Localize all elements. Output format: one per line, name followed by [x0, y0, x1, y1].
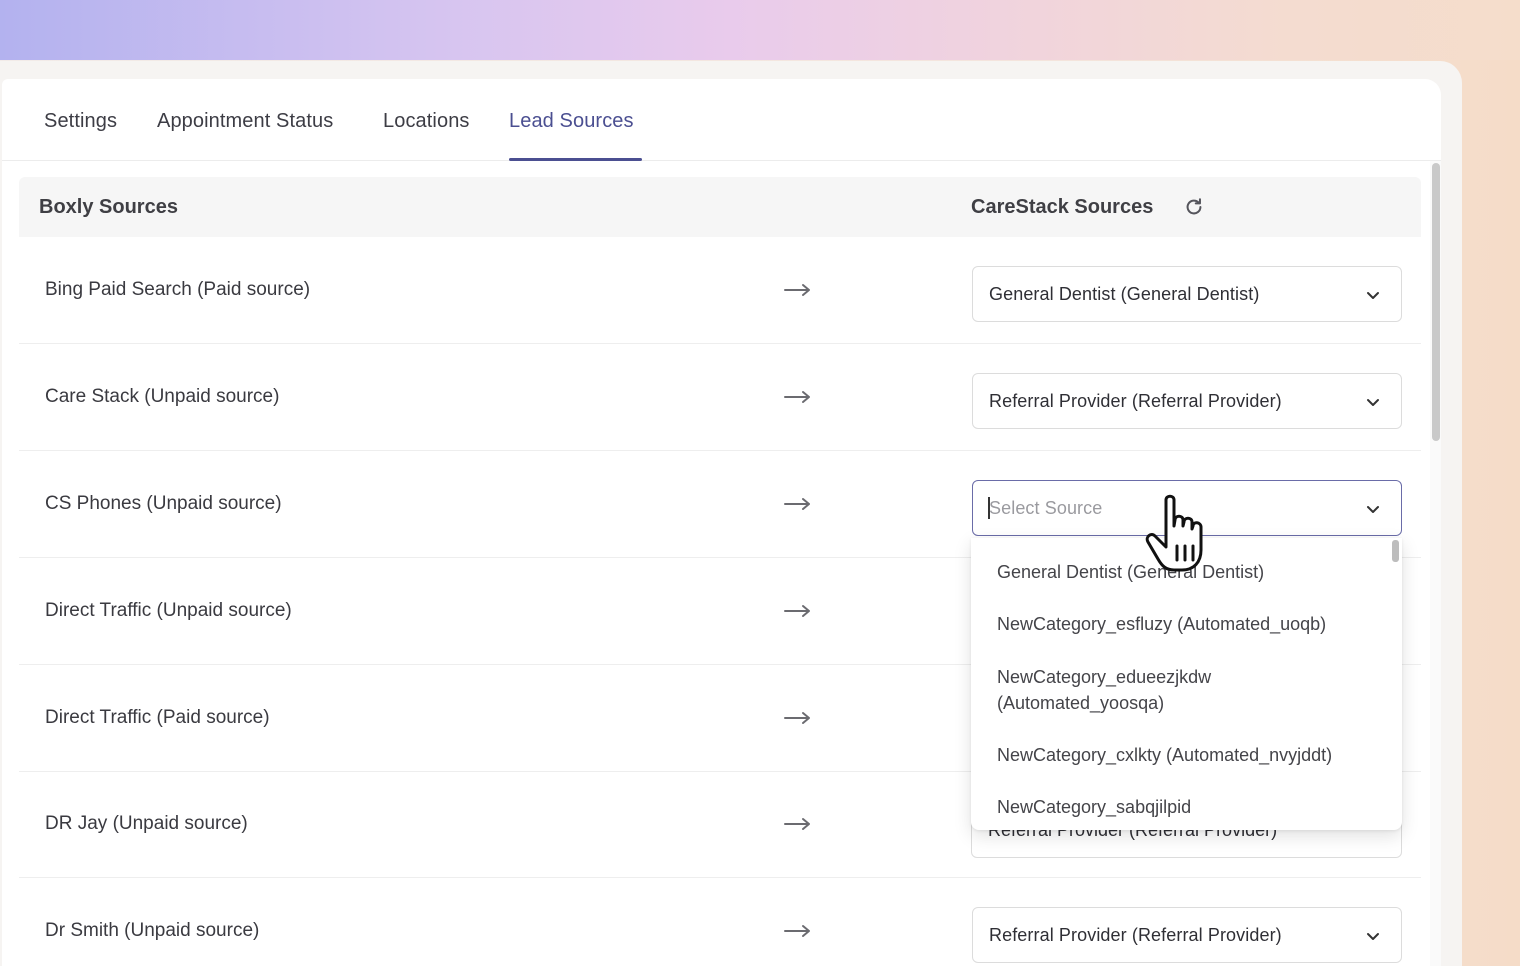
carestack-sources-header: CareStack Sources [971, 196, 1154, 218]
tab-bar: Settings Appointment Status Locations Le… [2, 79, 1441, 161]
chevron-down-icon [1367, 399, 1379, 406]
tab-locations[interactable]: Locations [383, 110, 470, 133]
table-row: Bing Paid Search (Paid source) General D… [19, 237, 1421, 344]
carestack-source-select[interactable]: General Dentist (General Dentist) [972, 266, 1402, 322]
tab-appointment-status[interactable]: Appointment Status [157, 110, 333, 133]
dropdown-scrollbar-thumb[interactable] [1392, 540, 1399, 562]
carestack-source-select[interactable]: Referral Provider (Referral Provider) [972, 373, 1402, 429]
dropdown-option[interactable]: NewCategory_sabqjilpid [997, 794, 1191, 820]
dropdown-option[interactable]: NewCategory_esfluzy (Automated_uoqb) [997, 611, 1326, 637]
select-value: Referral Provider (Referral Provider) [989, 925, 1282, 945]
boxly-source-label: Bing Paid Search (Paid source) [45, 279, 311, 300]
arrow-right-icon [784, 391, 810, 403]
dropdown-option[interactable]: NewCategory_edueezjkdw [997, 664, 1211, 690]
hand-pointer-cursor [1145, 494, 1203, 572]
source-dropdown-menu: General Dentist (General Dentist) NewCat… [971, 538, 1402, 830]
refresh-icon[interactable] [1183, 196, 1205, 218]
dropdown-option[interactable]: NewCategory_cxlkty (Automated_nvyjddt) [997, 742, 1332, 768]
table-header: Boxly Sources CareStack Sources [19, 177, 1421, 237]
tab-lead-sources[interactable]: Lead Sources [509, 110, 634, 133]
boxly-source-label: Direct Traffic (Paid source) [45, 707, 270, 728]
tab-settings[interactable]: Settings [44, 110, 117, 133]
boxly-source-label: Direct Traffic (Unpaid source) [45, 600, 292, 621]
select-search-input[interactable]: Select Source [989, 498, 1102, 519]
select-value: General Dentist (General Dentist) [989, 284, 1260, 304]
carestack-source-select[interactable]: Referral Provider (Referral Provider) [972, 907, 1402, 963]
arrow-right-icon [784, 605, 810, 617]
arrow-right-icon [784, 712, 810, 724]
arrow-right-icon [784, 818, 810, 830]
boxly-source-label: Care Stack (Unpaid source) [45, 386, 280, 407]
arrow-right-icon [784, 284, 810, 296]
arrow-right-icon [784, 925, 810, 937]
active-tab-indicator [509, 158, 642, 161]
chevron-down-icon [1367, 506, 1379, 513]
panel-scrollbar-thumb[interactable] [1432, 163, 1440, 441]
dropdown-option-continued[interactable]: (Automated_yoosqa) [997, 690, 1164, 716]
boxly-source-label: CS Phones (Unpaid source) [45, 493, 282, 514]
chevron-down-icon [1367, 933, 1379, 940]
select-value: Referral Provider (Referral Provider) [989, 391, 1282, 411]
chevron-down-icon [1367, 292, 1379, 299]
boxly-source-label: DR Jay (Unpaid source) [45, 813, 248, 834]
arrow-right-icon [784, 498, 810, 510]
table-row: Care Stack (Unpaid source) Referral Prov… [19, 344, 1421, 451]
boxly-sources-header: Boxly Sources [39, 196, 178, 218]
boxly-source-label: Dr Smith (Unpaid source) [45, 920, 260, 941]
table-row: Dr Smith (Unpaid source) Referral Provid… [19, 878, 1421, 966]
